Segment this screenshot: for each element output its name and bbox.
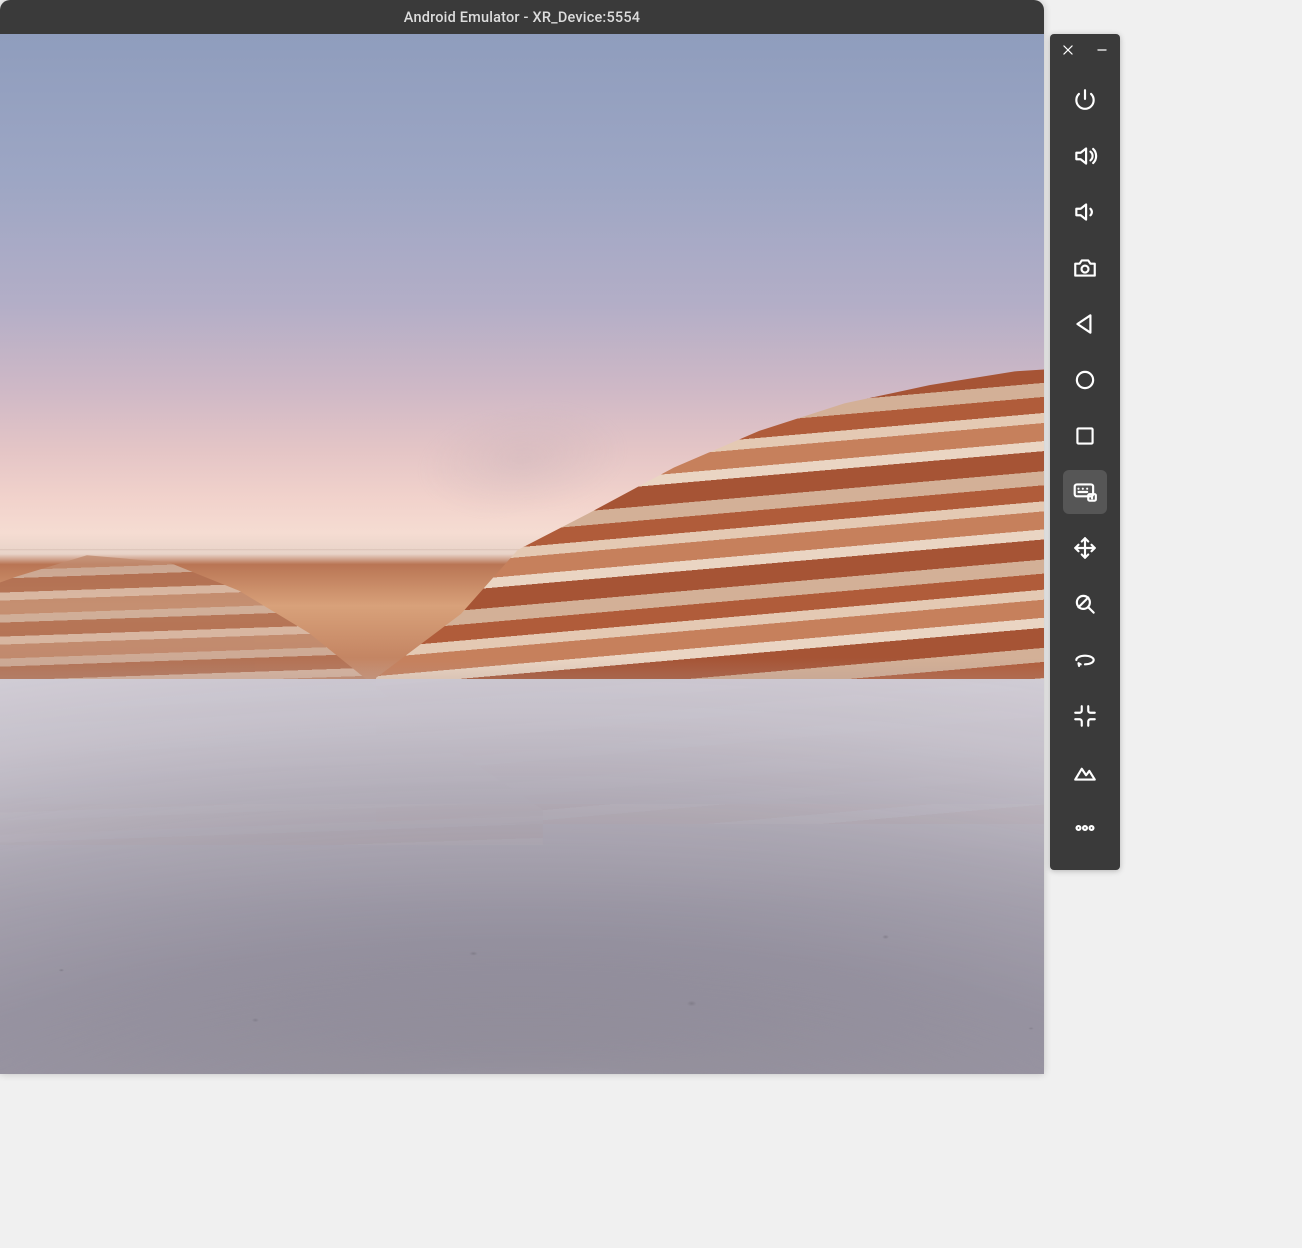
emulator-viewport[interactable] [0,34,1044,1074]
zoom-disabled-icon [1072,591,1098,617]
overview-button[interactable] [1063,414,1107,458]
camera-icon [1072,255,1098,281]
move-button[interactable] [1063,526,1107,570]
rotate-3d-icon [1072,647,1098,673]
power-icon [1072,87,1098,113]
window-controls-row [1050,34,1120,66]
volume-up-button[interactable] [1063,134,1107,178]
volume-up-icon [1072,143,1098,169]
rotate-view-button[interactable] [1063,638,1107,682]
more-horizontal-icon [1072,815,1098,841]
titlebar[interactable]: Android Emulator - XR_Device:5554 [0,0,1044,34]
close-button[interactable] [1056,38,1080,62]
triangle-left-icon [1072,311,1098,337]
zoom-button[interactable] [1063,582,1107,626]
volume-down-icon [1072,199,1098,225]
reset-view-button[interactable] [1063,694,1107,738]
screenshot-button[interactable] [1063,246,1107,290]
emulator-side-toolbar [1050,34,1120,870]
keyboard-input-button[interactable] [1063,470,1107,514]
minimize-button[interactable] [1090,38,1114,62]
volume-down-button[interactable] [1063,190,1107,234]
home-button[interactable] [1063,358,1107,402]
move-arrows-icon [1072,535,1098,561]
back-button[interactable] [1063,302,1107,346]
more-options-button[interactable] [1063,806,1107,850]
window-title: Android Emulator - XR_Device:5554 [404,9,640,26]
circle-icon [1072,367,1098,393]
emulator-window: Android Emulator - XR_Device:5554 [0,0,1044,1074]
collapse-icon [1072,703,1098,729]
keyboard-icon [1072,479,1098,505]
minimize-icon [1095,43,1109,57]
scene-rock-foreground [0,679,1044,1074]
power-button[interactable] [1063,78,1107,122]
virtual-scene-button[interactable] [1063,750,1107,794]
toolbar-button-list [1050,66,1120,856]
close-icon [1061,43,1075,57]
square-icon [1072,423,1098,449]
landscape-icon [1072,759,1098,785]
